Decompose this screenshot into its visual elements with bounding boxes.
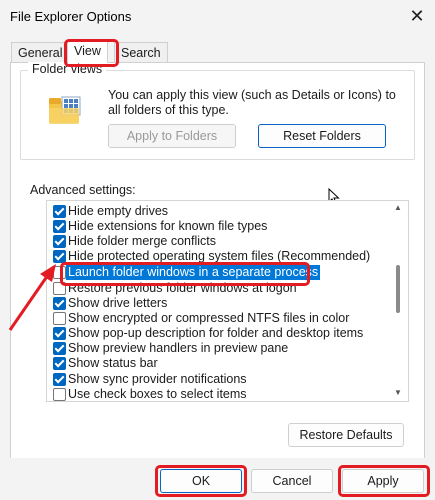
list-item[interactable]: Show status bar: [47, 356, 392, 371]
checkbox-checked[interactable]: [53, 220, 66, 233]
title-bar: File Explorer Options ✕: [0, 0, 435, 34]
list-item[interactable]: Show pop-up description for folder and d…: [47, 326, 392, 341]
reset-folders-button[interactable]: Reset Folders: [258, 124, 386, 148]
apply-button[interactable]: Apply: [342, 469, 424, 493]
checkbox-unchecked[interactable]: [53, 388, 66, 401]
list-item[interactable]: Hide extensions for known file types: [47, 219, 392, 234]
list-item-label: Show preview handlers in preview pane: [68, 341, 289, 355]
list-item-label: Restore previous folder windows at logon: [68, 281, 297, 295]
list-item[interactable]: Show preview handlers in preview pane: [47, 341, 392, 356]
advanced-settings-list[interactable]: Hide empty drives Hide extensions for kn…: [46, 200, 409, 402]
list-item-label: Launch folder windows in a separate proc…: [66, 265, 321, 280]
list-scrollbar[interactable]: ▲ ▼: [392, 201, 405, 399]
scroll-down-icon[interactable]: ▼: [394, 388, 402, 397]
folder-icon: [49, 96, 81, 124]
list-item[interactable]: Use check boxes to select items: [47, 387, 392, 401]
folder-views-description: You can apply this view (such as Details…: [108, 88, 396, 117]
restore-defaults-button[interactable]: Restore Defaults: [288, 423, 404, 447]
list-item[interactable]: Hide folder merge conflicts: [47, 234, 392, 249]
checkbox-checked[interactable]: [53, 235, 66, 248]
window-title: File Explorer Options: [10, 9, 132, 24]
list-item-label: Hide protected operating system files (R…: [68, 249, 371, 263]
list-item-label: Show status bar: [68, 356, 158, 370]
list-item[interactable]: Hide protected operating system files (R…: [47, 249, 392, 264]
annotation-arrow-icon: [8, 264, 56, 331]
close-icon[interactable]: ✕: [405, 4, 429, 28]
checkbox-checked[interactable]: [53, 357, 66, 370]
list-item-label: Hide empty drives: [68, 204, 169, 218]
scrollbar-thumb[interactable]: [396, 265, 400, 313]
tab-general[interactable]: General: [11, 42, 70, 63]
ok-button[interactable]: OK: [160, 469, 242, 493]
list-item-label: Show pop-up description for folder and d…: [68, 326, 364, 340]
folder-views-legend: Folder views: [28, 62, 107, 76]
advanced-settings-label: Advanced settings:: [30, 183, 136, 197]
checkbox-checked[interactable]: [53, 342, 66, 355]
checkbox-checked[interactable]: [53, 373, 66, 386]
list-item[interactable]: Show encrypted or compressed NTFS files …: [47, 311, 392, 326]
checkbox-checked[interactable]: [53, 205, 66, 218]
list-item-selected[interactable]: Launch folder windows in a separate proc…: [47, 265, 392, 280]
apply-to-folders-button[interactable]: Apply to Folders: [108, 124, 236, 148]
tab-search[interactable]: Search: [114, 42, 168, 63]
list-item-label: Hide extensions for known file types: [68, 219, 268, 233]
list-item-label: Use check boxes to select items: [68, 387, 247, 401]
tab-view[interactable]: View: [67, 40, 108, 63]
list-item[interactable]: Show drive letters: [47, 296, 392, 311]
list-item-label: Show drive letters: [68, 296, 168, 310]
list-item-label: Hide folder merge conflicts: [68, 234, 216, 248]
list-item[interactable]: Show sync provider notifications: [47, 372, 392, 387]
list-item-label: Show sync provider notifications: [68, 372, 247, 386]
list-item[interactable]: Restore previous folder windows at logon: [47, 281, 392, 296]
list-item-label: Show encrypted or compressed NTFS files …: [68, 311, 350, 325]
list-item[interactable]: Hide empty drives: [47, 204, 392, 219]
cancel-button[interactable]: Cancel: [251, 469, 333, 493]
scroll-up-icon[interactable]: ▲: [394, 203, 402, 212]
